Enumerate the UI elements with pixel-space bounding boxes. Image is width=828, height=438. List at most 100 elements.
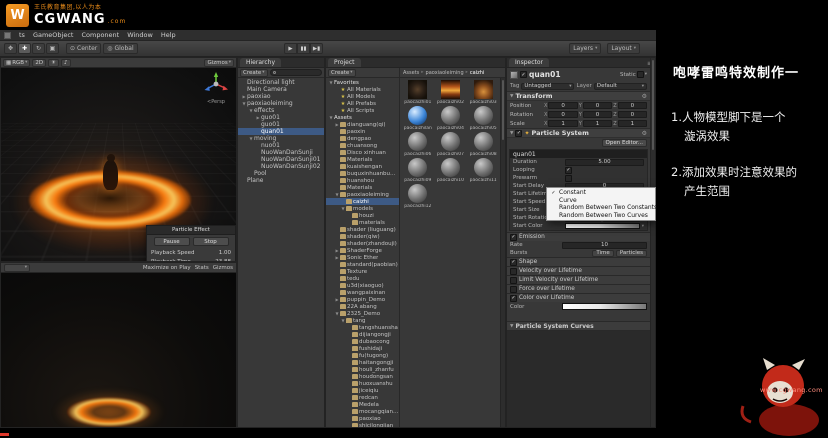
project-tree-item[interactable]: standard(paobian)	[326, 261, 399, 268]
play-button[interactable]: ▶	[284, 43, 297, 54]
project-tree-item[interactable]: fushidaji	[326, 345, 399, 352]
playback-speed-value[interactable]: 1.00	[219, 250, 231, 256]
dropdown-option[interactable]: Curve	[547, 197, 655, 205]
layout-dropdown[interactable]: Layout▾	[607, 43, 640, 54]
ps-module-header[interactable]: Limit Velocity over Lifetime	[507, 275, 650, 284]
emission-module-header[interactable]: ✓ Emission	[507, 232, 650, 241]
project-tree-item[interactable]: ▼models	[326, 205, 399, 212]
static-checkbox[interactable]	[637, 71, 644, 78]
rotate-tool-button[interactable]: ↻	[32, 43, 45, 54]
burst-col-time[interactable]: Time	[592, 250, 613, 257]
color-gradient-field[interactable]	[562, 303, 647, 310]
menu-item-ts[interactable]: ts	[15, 31, 29, 39]
breadcrumb-item[interactable]: paoxiaoleiming	[426, 70, 464, 76]
project-tree-item[interactable]: ▶ShaderForge	[326, 247, 399, 254]
ps-module-header[interactable]: ✓Color over Lifetime	[507, 293, 650, 302]
project-tree-item[interactable]: Texture	[326, 268, 399, 275]
breadcrumb-item[interactable]: Assets	[403, 70, 419, 76]
axis-value-field[interactable]: 0	[583, 102, 612, 109]
hierarchy-item[interactable]: NuoWanDanSunji	[238, 149, 324, 156]
axis-value-field[interactable]: 1	[583, 120, 612, 127]
project-tree-item[interactable]: houli_zhanfu	[326, 366, 399, 373]
scrollbar-thumb[interactable]	[502, 80, 504, 140]
project-tree-item[interactable]: u3d(xiaoguo)	[326, 282, 399, 289]
scene-viewport[interactable]: <Persp Particle Effect Pause Stop Playba…	[1, 68, 236, 261]
curves-editor-area[interactable]	[507, 331, 650, 427]
asset-thumbnail[interactable]: paocaizhi07	[435, 132, 467, 157]
project-scrollbar[interactable]	[500, 78, 505, 427]
tab-hierarchy[interactable]: Hierarchy	[240, 58, 281, 67]
hierarchy-item[interactable]: Plane	[238, 177, 324, 184]
asset-thumbnail[interactable]: paocaizhi11	[467, 158, 499, 183]
project-tree-item[interactable]: jiceiqiu	[326, 387, 399, 394]
project-tree-item[interactable]: materials	[326, 219, 399, 226]
asset-thumbnail[interactable]: paocaizhi04	[435, 106, 467, 131]
inspector-scrollbar[interactable]	[650, 58, 655, 427]
project-tree-item[interactable]: Medela	[326, 401, 399, 408]
project-tree-item[interactable]: huoxuanshu	[326, 380, 399, 387]
scene-lighting-button[interactable]: ☀	[48, 59, 59, 67]
project-tree-item[interactable]: huanshou	[326, 177, 399, 184]
project-tree-item[interactable]: ▼2325_Demo	[326, 310, 399, 317]
gradient-field[interactable]	[565, 223, 640, 230]
perspective-label[interactable]: <Persp	[199, 99, 233, 105]
project-tree-item[interactable]: haitangongji	[326, 359, 399, 366]
hand-tool-button[interactable]: ✥	[4, 43, 17, 54]
project-tree-item[interactable]: mocangqiang(ji)	[326, 408, 399, 415]
scrollbar-thumb[interactable]	[652, 60, 654, 150]
rate-value-field[interactable]: 10	[562, 242, 647, 249]
project-tree-item[interactable]: paoxiao	[326, 415, 399, 422]
dropdown-option[interactable]: ✓Constant	[547, 189, 655, 197]
particle-system-component-header[interactable]: ▼ ✓ ✦ Particle System ⚙	[507, 128, 650, 138]
axis-value-field[interactable]: 0	[548, 102, 577, 109]
axis-value-field[interactable]: 0	[548, 111, 577, 118]
transform-component-header[interactable]: ▼ Transform ⚙	[507, 91, 650, 101]
toggle-2d-button[interactable]: 2D	[32, 59, 46, 67]
asset-thumbnail[interactable]: paocaizhi12	[402, 184, 434, 209]
axis-value-field[interactable]: 0	[618, 102, 647, 109]
axis-value-field[interactable]: 1	[548, 120, 577, 127]
checkbox[interactable]	[510, 277, 517, 284]
shading-mode-dropdown[interactable]: ▦RGB▾	[3, 59, 30, 67]
space-toggle-button[interactable]: ◎Global	[103, 43, 137, 54]
dropdown-arrow-icon[interactable]: ▾	[642, 224, 644, 229]
particle-system-curves-bar[interactable]: ▼ Particle System Curves	[507, 321, 650, 331]
layer-dropdown[interactable]: Default▾	[594, 83, 647, 90]
project-tree-item[interactable]: ▼tang	[326, 317, 399, 324]
project-tree-item[interactable]: chuansong	[326, 142, 399, 149]
scene-orientation-gizmo[interactable]: <Persp	[199, 70, 233, 105]
static-toggle[interactable]: Static ▾	[620, 71, 647, 78]
pivot-toggle-button[interactable]: ⊙Center	[66, 43, 101, 54]
project-tree-item[interactable]: buquxinhuanbuffer	[326, 170, 399, 177]
asset-thumbnail[interactable]: paocaizhi08	[467, 132, 499, 157]
hierarchy-item[interactable]: ▶paoxiao	[238, 93, 324, 100]
hierarchy-item[interactable]: ▼moving	[238, 135, 324, 142]
tag-dropdown[interactable]: Untagged▾	[521, 83, 574, 90]
scale-tool-button[interactable]: ▣	[46, 43, 59, 54]
checkbox[interactable]: ✓	[565, 167, 572, 174]
foldout-arrow-icon[interactable]: ▼	[510, 131, 513, 136]
project-tree-item[interactable]: ★All Materials	[326, 86, 399, 93]
active-checkbox[interactable]: ✓	[520, 71, 527, 78]
checkbox[interactable]: ✓	[510, 234, 517, 241]
foldout-arrow-icon[interactable]: ▼	[510, 324, 513, 329]
hierarchy-item[interactable]: ▼paoxiaoleiming	[238, 100, 324, 107]
dropdown-option[interactable]: Random Between Two Curves	[547, 212, 655, 220]
project-tree-item[interactable]: dengpao	[326, 135, 399, 142]
game-toolbar-gizmos[interactable]: Gizmos	[213, 265, 233, 271]
project-tree-item[interactable]: redcan	[326, 394, 399, 401]
axis-value-field[interactable]: 1	[618, 120, 647, 127]
project-tree-item[interactable]: ▼Assets	[326, 114, 399, 121]
ps-module-header[interactable]: Velocity over Lifetime	[507, 266, 650, 275]
pause-button[interactable]: ▮▮	[297, 43, 310, 54]
tab-project[interactable]: Project	[328, 58, 361, 67]
asset-thumbnail[interactable]: paocaizhilan	[402, 106, 434, 131]
open-editor-button[interactable]: Open Editor...	[602, 139, 647, 147]
asset-thumbnail[interactable]: paocaizhi01	[402, 80, 434, 105]
ps-module-header[interactable]: ✓Shape	[507, 257, 650, 266]
project-tree-item[interactable]: dijiangongji	[326, 331, 399, 338]
project-tree-item[interactable]: ▼paoxiaoleiming	[326, 191, 399, 198]
value-field[interactable]: 5.00	[565, 159, 644, 166]
project-tree-item[interactable]: ★All Scripts	[326, 107, 399, 114]
asset-thumbnail[interactable]: paocaizhi06	[402, 132, 434, 157]
